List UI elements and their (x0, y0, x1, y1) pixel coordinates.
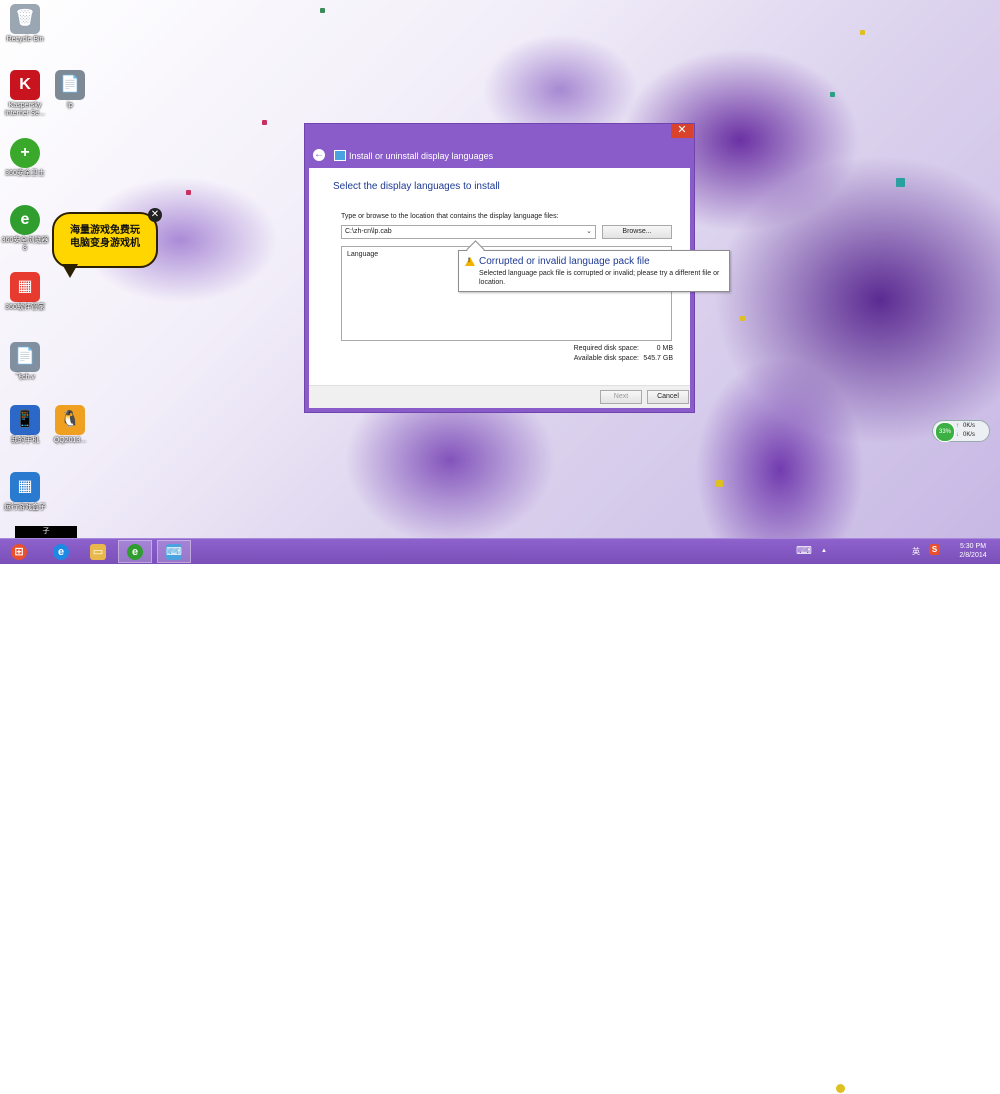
dialog-title: Install or uninstall display languages (349, 151, 494, 161)
desktop-icon-360-safe[interactable]: + 360安全卫士 (0, 138, 50, 178)
sogou-ime-icon[interactable]: S (929, 544, 940, 555)
desktop-icon-kaspersky[interactable]: K Kaspersky Internet Se... (0, 70, 50, 118)
available-disk-label: Available disk space: (573, 355, 639, 362)
decor-particle (860, 30, 865, 35)
ad-bubble[interactable]: 海量游戏免费玩 电脑变身游戏机 ✕ (52, 208, 162, 278)
show-hidden-icons-chevron-icon[interactable]: ▲ (821, 548, 827, 554)
360-software-icon: ▦ (10, 272, 40, 302)
error-tooltip: ! Corrupted or invalid language pack fil… (458, 240, 730, 292)
ad-line-2: 电脑变身游戏机 (70, 238, 140, 249)
decor-particle (186, 190, 191, 195)
decor-particle (262, 120, 267, 125)
desktop-black-strip: 子 (15, 526, 77, 538)
bubble-tail (62, 264, 78, 278)
tooltip-message: Selected language pack file is corrupted… (479, 270, 720, 286)
path-value: C:\zh-cn\lp.cab (345, 228, 392, 235)
taskbar-app-360-browser[interactable]: e (118, 540, 152, 563)
taskbar-app-internet-explorer[interactable]: e (44, 540, 78, 563)
desktop-icon-label: 运行游戏盒子 (4, 504, 46, 511)
decor-particle (896, 178, 905, 187)
clock-time: 5:30 PM (959, 543, 987, 550)
windows-logo-icon: ⊞ (11, 543, 27, 560)
page-heading: Select the display languages to install (333, 181, 500, 192)
back-arrow-icon[interactable]: ← (313, 149, 325, 161)
kaspersky-icon: K (10, 70, 40, 100)
chevron-down-icon[interactable]: ⌄ (586, 226, 592, 238)
language-app-icon (334, 150, 346, 161)
warning-icon (465, 257, 475, 266)
network-speed-widget[interactable]: 33% ↑ 0K/s ↓ 0K/s (932, 420, 990, 442)
tooltip-title: Corrupted or invalid language pack file (479, 256, 650, 267)
cancel-button[interactable]: Cancel (647, 390, 689, 404)
dialog-title-bar: ← Install or uninstall display languages (309, 146, 690, 166)
desktop-icon-label: QQ2013... (53, 437, 87, 444)
desktop-icon-label: 360软件管家 (5, 304, 45, 311)
ime-indicator[interactable]: 英 (912, 546, 920, 557)
memory-percent-badge[interactable]: 33% (935, 422, 955, 442)
upload-arrow-icon: ↑ (956, 423, 959, 429)
desktop-icon-label: Recycle Bin (6, 36, 44, 43)
decor-particle (716, 480, 723, 487)
next-button[interactable]: Next (600, 390, 642, 404)
desktop-icon-lp[interactable]: 📄 lp (45, 70, 95, 110)
tray-battery-icon[interactable] (851, 1086, 862, 1094)
desktop-icon-my-phone[interactable]: 📱 我的手机 (0, 405, 50, 445)
close-button[interactable]: ✕ (671, 124, 693, 138)
touch-keyboard-icon[interactable]: ⌨ (796, 544, 812, 557)
recycle-bin-icon: 🗑 (10, 4, 40, 34)
taskbar-app-file-explorer[interactable]: ▭ (81, 540, 115, 563)
location-prompt: Type or browse to the location that cont… (341, 213, 559, 220)
required-disk-label: Required disk space: (573, 345, 639, 352)
tray-flag-icon[interactable] (867, 1085, 873, 1093)
download-arrow-icon: ↓ (956, 432, 959, 438)
ad-line-1: 海量游戏免费玩 (70, 225, 140, 236)
desktop-icon-label: 360安全浏览器8 (1, 237, 49, 252)
360-browser-icon: e (10, 205, 40, 235)
available-disk-value: 545.7 GB (643, 355, 673, 362)
decor-particle (320, 8, 325, 13)
tray-360-icon[interactable] (836, 1084, 845, 1093)
required-disk-value: 0 MB (656, 345, 673, 352)
taskbar-app-language-installer[interactable]: ⌨ (157, 540, 191, 563)
desktop-icon-360-software[interactable]: ▦ 360软件管家 (0, 272, 50, 312)
desktop-icon-label: 360安全卫士 (5, 170, 45, 177)
qq-icon: 🐧 (55, 405, 85, 435)
desktop-icon-label: Kaspersky Internet Se... (4, 102, 46, 117)
desktop-icon-360-browser[interactable]: e 360安全浏览器8 (0, 205, 50, 253)
ad-close-icon[interactable]: ✕ (148, 208, 162, 222)
language-app-icon: ⌨ (166, 543, 182, 560)
desktop-icon-recycle-bin[interactable]: 🗑 Recycle Bin (0, 4, 50, 44)
path-combobox[interactable]: C:\zh-cn\lp.cab ⌄ (341, 225, 596, 239)
desktop-icon-label: 飞ch.v (15, 374, 35, 381)
dialog-footer: Next Cancel (309, 385, 690, 408)
warning-icon-mark: ! (468, 258, 470, 264)
game-box-icon: ▦ (10, 472, 40, 502)
phone-icon: 📱 (10, 405, 40, 435)
browse-button[interactable]: Browse... (602, 225, 672, 239)
folder-icon: ▭ (90, 543, 106, 560)
desktop-icon-label: lp (67, 102, 73, 109)
tray-volume-icon[interactable] (898, 1085, 905, 1093)
taskbar-clock[interactable]: 5:30 PM 2/8/2014 (950, 542, 996, 560)
desktop-icon-game-box[interactable]: ▦ 运行游戏盒子 (0, 472, 50, 512)
download-speed: 0K/s (963, 432, 976, 438)
360-safe-icon: + (10, 138, 40, 168)
internet-explorer-icon: e (53, 543, 69, 560)
clock-date: 2/8/2014 (959, 552, 987, 559)
upload-speed: 0K/s (963, 423, 976, 429)
desktop-icon-qq[interactable]: 🐧 QQ2013... (45, 405, 95, 445)
360-browser-icon: e (127, 543, 143, 560)
tray-network-icon[interactable] (882, 1085, 891, 1093)
file-icon: 📄 (10, 342, 40, 372)
desktop-icon-label: 我的手机 (11, 437, 39, 444)
desktop-icon-file[interactable]: 📄 飞ch.v (0, 342, 50, 382)
decor-particle (740, 316, 745, 321)
list-header-language: Language (347, 251, 379, 258)
decor-particle (830, 92, 835, 97)
start-button[interactable]: ⊞ (2, 540, 36, 563)
taskbar: ⊞ e ▭ e ⌨ ⌨ ▲ 英 S 5:30 PM 2/8/2014 (0, 538, 1000, 1094)
file-icon: 📄 (55, 70, 85, 100)
